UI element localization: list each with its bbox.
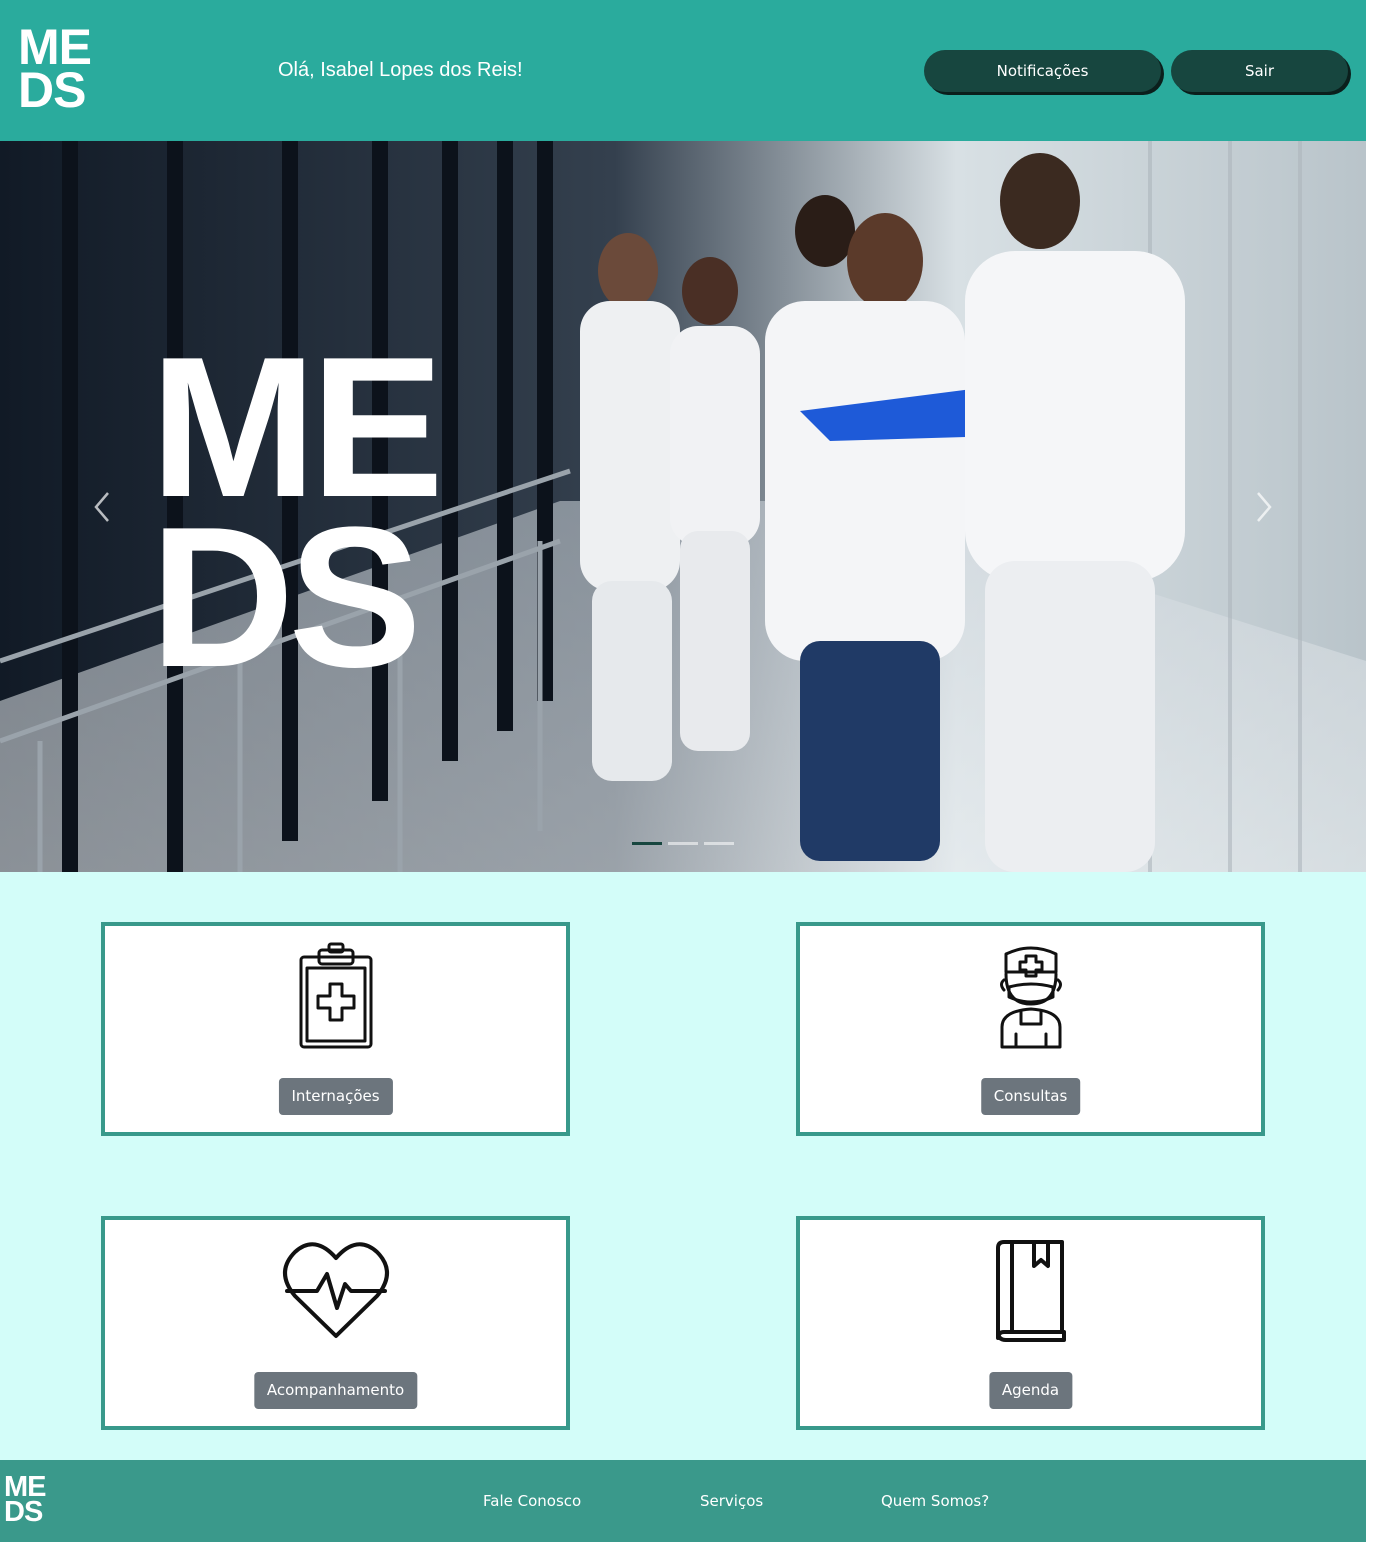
notifications-button[interactable]: Notificações <box>924 50 1161 92</box>
card-consultas: Consultas <box>796 922 1265 1136</box>
book-icon <box>995 1240 1066 1342</box>
chevron-left-icon[interactable] <box>92 490 112 524</box>
logo-line-2: DS <box>18 62 86 118</box>
logout-button[interactable]: Sair <box>1171 50 1348 92</box>
card-internacoes: Internações <box>101 922 570 1136</box>
hero-logo-line-2: DS <box>150 486 416 709</box>
card-acompanhamento: Acompanhamento <box>101 1216 570 1430</box>
heartbeat-icon <box>282 1242 389 1338</box>
carousel-indicator-1[interactable] <box>632 842 662 845</box>
carousel-indicator-2[interactable] <box>668 842 698 845</box>
services-grid: Internações Consultas Acompanhamento Age… <box>0 872 1366 1460</box>
carousel-indicator-3[interactable] <box>704 842 734 845</box>
footer-logo[interactable]: ME DS <box>4 1473 46 1528</box>
chevron-right-icon[interactable] <box>1254 490 1274 524</box>
internacoes-button[interactable]: Internações <box>278 1078 393 1115</box>
footer-link-quem-somos[interactable]: Quem Somos? <box>881 1492 989 1510</box>
footer: ME DS Fale Conosco Serviços Quem Somos? <box>0 1460 1366 1542</box>
doctor-icon <box>999 946 1062 1049</box>
hero-image: ME DS <box>0 141 1366 872</box>
footer-link-fale-conosco[interactable]: Fale Conosco <box>483 1492 581 1510</box>
acompanhamento-button[interactable]: Acompanhamento <box>253 1372 418 1409</box>
footer-link-servicos[interactable]: Serviços <box>700 1492 763 1510</box>
consultas-button[interactable]: Consultas <box>980 1078 1081 1115</box>
carousel-indicators <box>632 842 734 845</box>
logo[interactable]: ME DS <box>18 22 92 118</box>
page-edge <box>1366 0 1380 1542</box>
header: ME DS Olá, Isabel Lopes dos Reis! Notifi… <box>0 0 1366 141</box>
clipboard-medical-icon <box>299 942 372 1049</box>
hero-carousel: ME DS <box>0 141 1366 872</box>
card-agenda: Agenda <box>796 1216 1265 1430</box>
footer-logo-line-2: DS <box>4 1496 43 1528</box>
greeting-text: Olá, Isabel Lopes dos Reis! <box>278 59 523 81</box>
agenda-button[interactable]: Agenda <box>988 1372 1073 1409</box>
